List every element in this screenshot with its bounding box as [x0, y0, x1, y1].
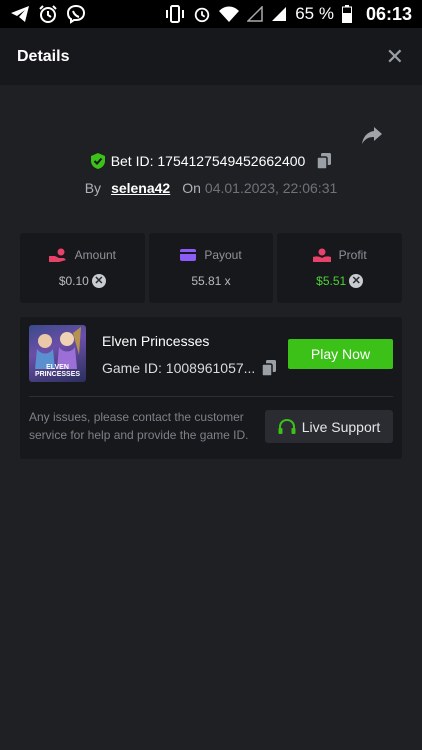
battery-icon [341, 5, 352, 23]
bet-stats: Amount $0.10 ✕ Payout 55.81 x Profit $5.… [20, 233, 403, 303]
bet-id: Bet ID: 1754127549452662400 [110, 153, 306, 169]
stat-payout-label: Payout [204, 248, 242, 262]
game-name: Elven Princesses [102, 333, 210, 349]
wifi-icon [219, 6, 240, 22]
on-label: On [182, 180, 201, 196]
live-support-label: Live Support [301, 418, 381, 435]
profit-hand-icon [312, 248, 331, 262]
currency-coin-icon: ✕ [91, 274, 106, 288]
alarm-icon [39, 5, 57, 23]
stat-amount-label: Amount [74, 248, 117, 262]
by-label: By [84, 180, 102, 196]
game-thumb-title: ELVEN PRINCESSES [34, 364, 81, 378]
game-thumbnail[interactable]: ELVEN PRINCESSES [29, 325, 86, 382]
game-card: ELVEN PRINCESSES Elven Princesses Game I… [20, 317, 402, 459]
support-note: Any issues, please contact the customer … [29, 410, 249, 442]
battery-percent: 65 % [295, 4, 334, 23]
play-now-button[interactable]: Play Now [288, 339, 393, 369]
stat-amount: Amount $0.10 ✕ [20, 233, 145, 303]
status-bar-left [10, 4, 86, 24]
stat-amount-value: $0.10 [58, 274, 89, 288]
details-header: Details ✕ [0, 28, 422, 85]
amount-hand-icon [48, 248, 66, 262]
live-support-button[interactable]: Live Support [265, 410, 393, 443]
page-title: Details [17, 47, 70, 65]
card-icon [180, 249, 197, 261]
signal-icon [272, 7, 287, 21]
copy-icon[interactable] [317, 153, 332, 169]
vibrate-icon [166, 5, 185, 23]
shield-check-icon [90, 153, 105, 169]
divider [29, 396, 393, 397]
stat-profit: Profit $5.51 ✕ [277, 233, 403, 303]
stat-payout: Payout 55.81 x [148, 233, 274, 303]
stat-profit-value: $5.51 [316, 274, 347, 288]
status-bar: 65 % 06:13 [0, 0, 422, 28]
alarm-icon [195, 7, 210, 23]
headset-icon [278, 418, 296, 434]
clock: 06:13 [365, 3, 412, 24]
viber-icon [66, 4, 86, 24]
telegram-icon [11, 6, 29, 22]
stat-profit-label: Profit [338, 248, 367, 262]
stat-payout-value: 55.81 x [191, 274, 231, 288]
signal-empty-icon [247, 6, 263, 22]
close-button[interactable]: ✕ [386, 45, 404, 68]
currency-coin-icon: ✕ [349, 274, 364, 288]
username-link[interactable]: selena42 [111, 180, 170, 196]
copy-game-id-icon[interactable] [262, 360, 276, 376]
share-icon[interactable] [361, 124, 383, 146]
bet-id-row: Bet ID: 1754127549452662400 [0, 153, 422, 169]
game-id: Game ID: 1008961057... [102, 360, 256, 376]
bet-date: 04.01.2023, 22:06:31 [204, 180, 338, 196]
status-bar-right: 65 % 06:13 [165, 4, 412, 25]
bet-meta-row: By selena42 On 04.01.2023, 22:06:31 [0, 180, 422, 196]
